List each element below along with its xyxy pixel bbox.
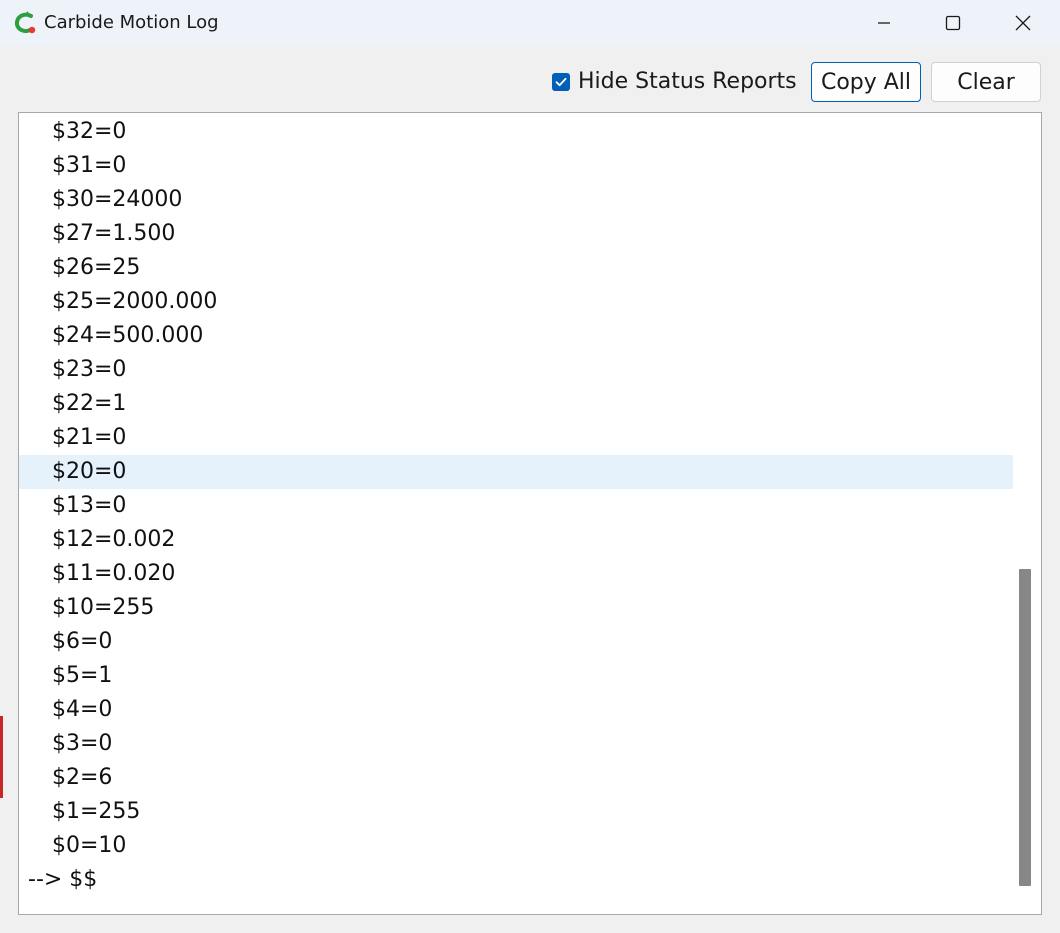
log-line[interactable]: $27=1.500 <box>19 217 1013 251</box>
log-line[interactable]: $22=1 <box>19 387 1013 421</box>
minimize-icon <box>877 16 891 30</box>
minimize-button[interactable] <box>849 0 919 46</box>
log-line[interactable]: $12=0.002 <box>19 523 1013 557</box>
hide-status-reports-label[interactable]: Hide Status Reports <box>578 70 797 94</box>
log-lines: $32=0 $31=0 $30=24000 $27=1.500 $26=25 $… <box>19 115 1013 897</box>
log-line-selected[interactable]: $20=0 <box>19 455 1013 489</box>
log-line[interactable]: $2=6 <box>19 761 1013 795</box>
log-window: Carbide Motion Log Hide Status Reports C… <box>0 0 1060 933</box>
window-bottom-edge <box>0 915 1060 933</box>
close-button[interactable] <box>988 0 1058 46</box>
log-line[interactable]: $3=0 <box>19 727 1013 761</box>
log-line[interactable]: $24=500.000 <box>19 319 1013 353</box>
toolbar: Hide Status Reports Copy All Clear <box>0 46 1060 112</box>
clear-button[interactable]: Clear <box>931 62 1041 102</box>
log-line[interactable]: $23=0 <box>19 353 1013 387</box>
carbide-logo-icon <box>14 11 38 35</box>
log-line[interactable]: $10=255 <box>19 591 1013 625</box>
log-line[interactable]: $30=24000 <box>19 183 1013 217</box>
log-line[interactable]: $25=2000.000 <box>19 285 1013 319</box>
maximize-icon <box>945 15 961 31</box>
vertical-scrollbar[interactable] <box>1014 113 1041 914</box>
log-line[interactable]: $0=10 <box>19 829 1013 863</box>
log-line[interactable]: $4=0 <box>19 693 1013 727</box>
log-line[interactable]: $21=0 <box>19 421 1013 455</box>
log-line[interactable]: $31=0 <box>19 149 1013 183</box>
log-line[interactable]: $6=0 <box>19 625 1013 659</box>
log-line[interactable]: $11=0.020 <box>19 557 1013 591</box>
window-title: Carbide Motion Log <box>44 12 219 33</box>
log-line[interactable]: $5=1 <box>19 659 1013 693</box>
hide-status-reports-checkbox[interactable]: Hide Status Reports <box>552 70 797 94</box>
copy-all-button[interactable]: Copy All <box>811 62 921 102</box>
log-output[interactable]: $32=0 $31=0 $30=24000 $27=1.500 $26=25 $… <box>18 112 1042 915</box>
close-icon <box>1015 15 1031 31</box>
log-line[interactable]: $1=255 <box>19 795 1013 829</box>
background-window-edge <box>0 716 3 798</box>
log-prompt-line[interactable]: --> $$ <box>19 863 1013 897</box>
checkbox-checked-icon[interactable] <box>552 73 570 91</box>
scrollbar-thumb[interactable] <box>1019 569 1031 886</box>
log-line[interactable]: $13=0 <box>19 489 1013 523</box>
log-line[interactable]: $26=25 <box>19 251 1013 285</box>
maximize-button[interactable] <box>918 0 988 46</box>
title-bar[interactable]: Carbide Motion Log <box>0 0 1060 46</box>
log-line[interactable]: $32=0 <box>19 115 1013 149</box>
